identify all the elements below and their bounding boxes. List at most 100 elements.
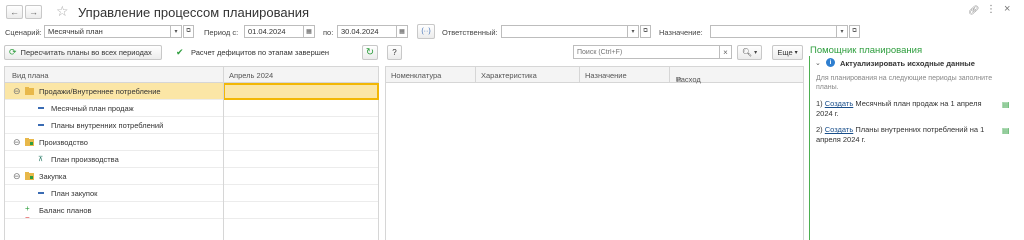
table-row[interactable]: ⊼ План производства [5,151,378,168]
collapse-icon[interactable]: ⊖ [13,86,21,97]
item-number: 2) [816,125,823,134]
spreadsheet-icon[interactable]: ▤ [1002,100,1010,109]
chevron-down-icon: ▾ [631,29,635,35]
star-icon[interactable]: ☆ [56,3,69,20]
refresh-icon: ↻ [365,47,375,58]
recalc-plans-button[interactable]: ⟳ Пересчитать планы во всех периодах [4,45,162,60]
responsible-dropdown-button[interactable]: ▾ [628,25,639,38]
column-header-characteristic[interactable]: Характеристика [481,71,537,80]
scenario-field[interactable]: Месячный план [44,25,171,38]
more-label: Еще [777,48,793,57]
responsible-field[interactable] [501,25,628,38]
column-divider [669,67,670,83]
row-label: План закупок [51,189,98,198]
close-icon[interactable]: × [1004,3,1010,15]
row-label: Закупка [39,172,67,181]
refresh-button[interactable]: ↻ [362,45,378,60]
create-link[interactable]: Создать [825,99,854,108]
purpose-open-button[interactable]: ⧉ [849,25,860,38]
plan-icon [38,107,44,109]
scenario-dropdown-button[interactable]: ▾ [171,25,182,38]
search-icon: 🔍︎ [741,48,753,57]
assistant-title: Помощник планирования [810,45,923,56]
refresh-icon: ⟳ [9,47,17,57]
plan-icon [38,192,44,194]
more-button[interactable]: Еще ▾ [772,45,803,60]
details-table[interactable]: Номенклатура Характеристика Назначение ⧉… [385,66,804,240]
collapse-icon[interactable]: ⊖ [13,137,21,148]
help-button[interactable]: ? [387,45,402,60]
chevron-down-icon: ▾ [754,50,758,56]
column-divider [223,67,224,240]
arrow-right-icon: → [29,7,38,17]
expense-label: Расход [676,75,701,84]
selected-cell[interactable] [223,83,379,100]
table-row[interactable]: Планы внутренних потреблений [5,117,378,134]
table-row[interactable]: Месячный план продаж [5,100,378,117]
row-label: План производства [51,155,119,164]
page-title: Управление процессом планирования [78,5,310,20]
create-link[interactable]: Создать [825,125,854,134]
row-label: Продажи/Внутреннее потребление [39,87,161,96]
column-header-purpose[interactable]: Назначение [585,71,627,80]
column-header-april[interactable]: Апрель 2024 [229,71,273,80]
table-row[interactable]: +− Баланс планов [5,202,378,222]
calendar-icon: ▦ [399,29,405,35]
chevron-down-icon: ▾ [174,29,178,35]
back-button[interactable]: ← [6,5,23,19]
assistant-divider [809,56,810,240]
forward-button[interactable]: → [25,5,42,19]
plan-kinds-table[interactable]: Вид плана Апрель 2024 ⊖ Продажи/Внутренн… [4,66,379,240]
item-number: 1) [816,99,823,108]
scenario-label: Сценарий: [5,28,42,37]
chevron-down-icon: ▾ [840,29,844,35]
open-icon: ⧉ [852,28,857,34]
search-clear-button[interactable]: × [720,45,732,59]
period-select-button[interactable]: (··) [417,24,435,39]
chevron-down-icon[interactable]: ⌄ [815,59,821,67]
assistant-hint: Для планирования на следующие периоды за… [816,75,993,91]
column-header-plan-kind[interactable]: Вид плана [12,71,49,80]
check-icon: ✔ [176,47,184,57]
table-header: Номенклатура Характеристика Назначение ⧉… [386,67,803,84]
period-from-label: Период с: [204,28,239,37]
close-icon: × [723,47,728,57]
column-header-nomenclature[interactable]: Номенклатура [391,71,441,80]
plan-icon [38,124,44,126]
period-to-calendar-button[interactable]: ▦ [397,25,408,38]
period-from-calendar-button[interactable]: ▦ [304,25,315,38]
row-label: Производство [39,138,88,147]
purpose-dropdown-button[interactable]: ▾ [837,25,848,38]
period-to-field[interactable]: 30.04.2024 [337,25,397,38]
table-row[interactable]: ⊖ Закупка [5,168,378,185]
purpose-label: Назначение: [659,28,703,37]
search-input[interactable] [573,45,720,59]
collapse-icon[interactable]: ⊖ [13,171,21,182]
row-label: Баланс планов [39,206,92,215]
assistant-item-1: 1) Создать Месячный план продаж на 1 апр… [816,99,996,119]
open-icon: ⧉ [643,28,648,34]
row-label: Планы внутренних потреблений [51,121,164,130]
more-vertical-icon[interactable]: ⋮ [986,4,996,15]
column-divider [475,67,476,83]
table-row[interactable]: ⊖ Продажи/Внутреннее потребление [5,83,379,100]
scenario-open-button[interactable]: ⧉ [183,25,194,38]
folder-icon [25,138,34,146]
spreadsheet-icon[interactable]: ▤ [1002,126,1010,135]
period-shift-icon: (··) [421,28,431,35]
calendar-icon: ▦ [306,29,312,35]
row-label: Месячный план продаж [51,104,134,113]
search-button[interactable]: 🔍︎ ▾ [737,45,762,60]
status-text: Расчет дефицитов по этапам завершен [191,48,330,57]
purpose-field[interactable] [710,25,837,38]
balance-icon: +− [25,204,30,222]
section-title[interactable]: Актуализировать исходные данные [840,59,975,68]
table-row[interactable]: План закупок [5,185,378,202]
table-row[interactable]: ⊖ Производство [5,134,378,151]
responsible-open-button[interactable]: ⧉ [640,25,651,38]
link-icon[interactable]: 🔗︎ [968,5,979,16]
column-divider [579,67,580,83]
folder-icon [25,172,34,180]
recalc-plans-label: Пересчитать планы во всех периодах [20,48,152,57]
period-from-field[interactable]: 01.04.2024 [244,25,304,38]
